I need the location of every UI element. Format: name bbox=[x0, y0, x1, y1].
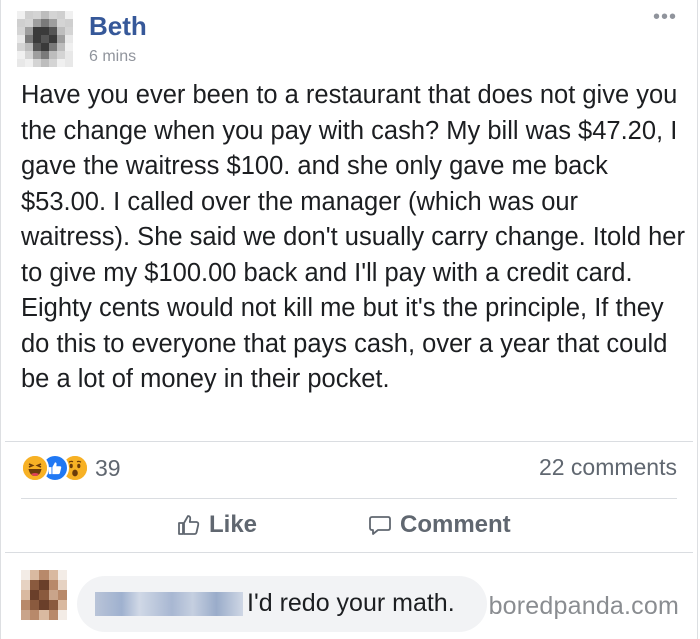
like-button[interactable]: Like bbox=[177, 503, 257, 547]
blurred-commenter-name[interactable] bbox=[95, 592, 243, 616]
divider bbox=[5, 441, 693, 442]
reaction-count[interactable]: 39 bbox=[95, 455, 121, 482]
action-bar: Like Comment bbox=[1, 503, 697, 547]
comments-count[interactable]: 22 comments bbox=[539, 454, 677, 481]
watermark: boredpanda.com bbox=[488, 592, 679, 620]
speech-bubble-icon bbox=[369, 516, 391, 535]
comment-button[interactable]: Comment bbox=[368, 503, 511, 547]
reactions-summary[interactable]: 39 bbox=[21, 453, 121, 483]
post-text: Have you ever been to a restaurant that … bbox=[21, 81, 685, 393]
comment-text: I'd redo your math. bbox=[247, 589, 455, 617]
divider bbox=[21, 498, 677, 499]
comment-bubble: I'd redo your math. bbox=[77, 576, 487, 632]
post-card: Beth 6 mins ••• Have you ever been to a … bbox=[0, 0, 698, 639]
post-timestamp[interactable]: 6 mins bbox=[89, 48, 136, 66]
thumbs-up-icon bbox=[178, 515, 200, 535]
like-label: Like bbox=[209, 511, 258, 538]
divider bbox=[5, 552, 693, 553]
haha-icon bbox=[21, 454, 49, 482]
commenter-avatar[interactable] bbox=[21, 570, 67, 620]
more-options-icon[interactable]: ••• bbox=[653, 6, 677, 29]
author-name[interactable]: Beth bbox=[89, 11, 147, 42]
comment-label: Comment bbox=[400, 511, 511, 538]
author-avatar[interactable] bbox=[17, 11, 73, 67]
